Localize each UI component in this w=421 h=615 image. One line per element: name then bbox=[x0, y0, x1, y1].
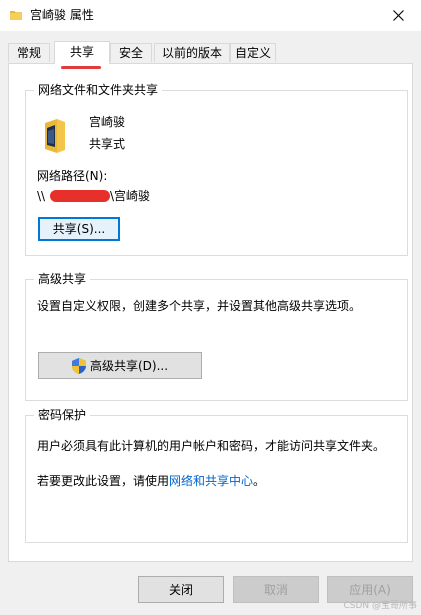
window-title: 宫崎骏 属性 bbox=[30, 8, 94, 22]
network-path-prefix: \\ bbox=[37, 189, 46, 203]
advanced-share-title: 高级共享 bbox=[34, 271, 91, 287]
cancel-button[interactable]: 取消 bbox=[233, 576, 319, 603]
tab-general[interactable]: 常规 bbox=[8, 43, 50, 62]
password-protection-title: 密码保护 bbox=[34, 407, 91, 423]
sharing-page: 网络文件和文件夹共享 宫崎骏 共享式 网络路径(N): \\ \宫崎骏 共享(S… bbox=[8, 63, 413, 562]
redacted-host bbox=[50, 190, 110, 202]
active-tab-marker bbox=[61, 66, 101, 69]
close-button[interactable] bbox=[375, 0, 421, 31]
network-share-group: 网络文件和文件夹共享 宫崎骏 共享式 网络路径(N): \\ \宫崎骏 共享(S… bbox=[25, 82, 408, 256]
folder-icon bbox=[10, 11, 22, 20]
password-change-suffix: 。 bbox=[253, 474, 266, 488]
network-share-title: 网络文件和文件夹共享 bbox=[34, 82, 163, 98]
network-path-suffix: \宫崎骏 bbox=[110, 189, 151, 203]
advanced-share-group: 高级共享 设置自定义权限，创建多个共享，并设置其他高级共享选项。 高级共享(D)… bbox=[25, 271, 408, 401]
close-icon bbox=[392, 10, 404, 21]
advanced-share-button-label: 高级共享(D)... bbox=[89, 358, 169, 373]
network-path-value: \\ \宫崎骏 bbox=[37, 188, 237, 204]
password-change-hint: 若要更改此设置，请使用网络和共享中心。 bbox=[37, 473, 265, 489]
tab-sharing[interactable]: 共享 bbox=[54, 41, 110, 64]
uac-shield-icon bbox=[71, 357, 86, 374]
password-change-prefix: 若要更改此设置，请使用 bbox=[37, 474, 170, 488]
password-protection-group: 密码保护 用户必须具有此计算机的用户帐户和密码，才能访问共享文件夹。 若要更改此… bbox=[25, 407, 408, 543]
share-button[interactable]: 共享(S)... bbox=[38, 217, 120, 241]
network-sharing-center-link[interactable]: 网络和共享中心 bbox=[169, 474, 253, 488]
advanced-share-button[interactable]: 高级共享(D)... bbox=[38, 352, 202, 379]
password-description: 用户必须具有此计算机的用户帐户和密码，才能访问共享文件夹。 bbox=[37, 439, 386, 453]
network-path-label: 网络路径(N): bbox=[37, 169, 108, 183]
watermark: CSDN @宝哥所事 bbox=[343, 601, 417, 611]
folder-name: 宫崎骏 bbox=[89, 115, 126, 129]
shared-folder-icon bbox=[45, 119, 65, 153]
tab-customize[interactable]: 自定义 bbox=[230, 43, 276, 62]
tab-security[interactable]: 安全 bbox=[110, 43, 152, 62]
title-bar: 宫崎骏 属性 bbox=[0, 0, 421, 31]
share-status: 共享式 bbox=[89, 137, 126, 151]
advanced-share-description: 设置自定义权限，创建多个共享，并设置其他高级共享选项。 bbox=[37, 299, 362, 313]
close-dialog-button[interactable]: 关闭 bbox=[138, 576, 224, 603]
tab-previous-versions[interactable]: 以前的版本 bbox=[154, 43, 230, 62]
